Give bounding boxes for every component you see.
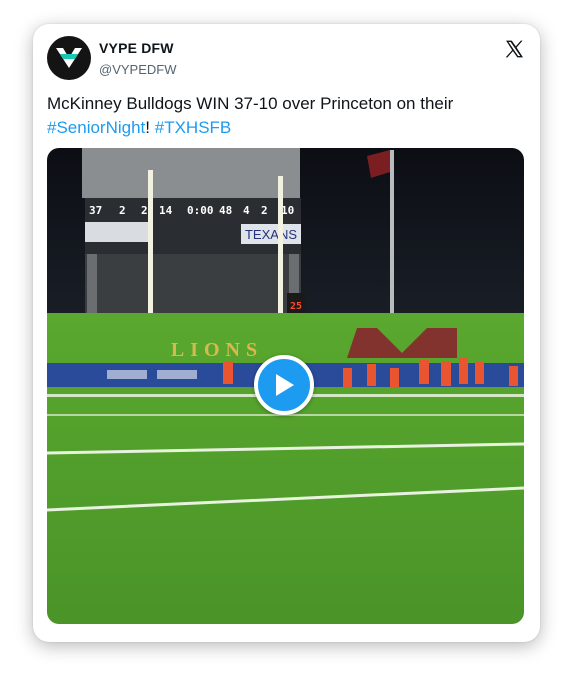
score-clock: 0:00 bbox=[187, 204, 214, 217]
score-ball-on: 14 bbox=[159, 204, 173, 217]
score-down: 2 bbox=[119, 204, 126, 217]
tweet-text-sep: ! bbox=[145, 118, 155, 137]
display-name[interactable]: VYPE DFW bbox=[99, 40, 174, 56]
score-extra: 48 bbox=[219, 204, 232, 217]
play-icon bbox=[276, 374, 294, 396]
play-button[interactable] bbox=[254, 355, 314, 415]
hashtag-txhsfb[interactable]: #TXHSFB bbox=[155, 118, 232, 137]
x-logo-icon[interactable] bbox=[504, 39, 524, 59]
avatar[interactable] bbox=[47, 36, 91, 80]
banner-text: TEXANS bbox=[245, 227, 297, 242]
handle[interactable]: @VYPEDFW bbox=[99, 62, 176, 77]
score-home: 37 bbox=[89, 204, 102, 217]
end-zone-text: LIONS bbox=[171, 339, 263, 361]
vype-logo-icon bbox=[56, 48, 82, 68]
score-togo: 2 bbox=[141, 204, 148, 217]
tweet-text-main: McKinney Bulldogs WIN 37-10 over Princet… bbox=[47, 94, 454, 113]
score-to: 2 bbox=[261, 204, 268, 217]
video-player[interactable]: 37 2 2 14 0:00 48 4 2 10 TEXANS 25 LIONS bbox=[47, 148, 524, 624]
play-clock: 25 bbox=[290, 301, 302, 312]
score-qtr: 4 bbox=[243, 204, 250, 217]
tweet-text: McKinney Bulldogs WIN 37-10 over Princet… bbox=[47, 92, 527, 140]
hashtag-seniornight[interactable]: #SeniorNight bbox=[47, 118, 145, 137]
tweet-card: VYPE DFW @VYPEDFW McKinney Bulldogs WIN … bbox=[33, 24, 540, 642]
